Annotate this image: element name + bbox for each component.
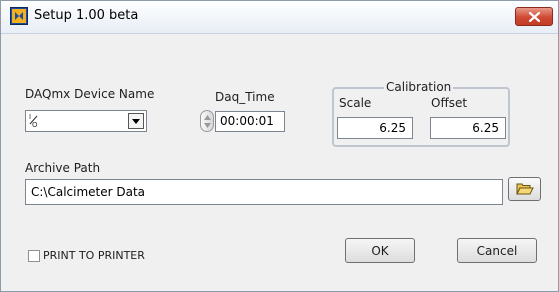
svg-text:O: O (32, 121, 38, 128)
browse-button[interactable] (508, 177, 541, 201)
ok-button[interactable]: OK (345, 238, 415, 263)
setup-dialog: Setup 1.00 beta DAQmx Device Name I O Da… (0, 0, 559, 292)
dropdown-arrow-button[interactable] (128, 113, 144, 129)
cancel-button[interactable]: Cancel (457, 238, 537, 263)
io-icon: I O (29, 112, 39, 129)
offset-field[interactable]: 6.25 (430, 117, 506, 139)
folder-open-icon (516, 183, 534, 195)
calibration-title: Calibration (384, 80, 454, 94)
archive-path-field[interactable]: C:\Calcimeter Data (25, 179, 503, 205)
close-button[interactable] (515, 7, 553, 26)
spin-down-icon[interactable] (204, 123, 211, 128)
daq-time-label: Daq_Time (215, 90, 275, 104)
scale-field[interactable]: 6.25 (337, 117, 413, 139)
spin-up-icon[interactable] (204, 115, 211, 120)
device-name-combo[interactable]: I O (25, 110, 147, 132)
print-to-printer-label[interactable]: PRINT TO PRINTER (43, 249, 145, 262)
close-icon (529, 12, 540, 22)
device-name-label: DAQmx Device Name (25, 87, 155, 101)
print-to-printer-checkbox[interactable] (28, 250, 40, 262)
svg-text:I: I (29, 113, 31, 121)
offset-label: Offset (431, 96, 468, 110)
title-bar[interactable]: Setup 1.00 beta (1, 1, 558, 34)
chevron-down-icon (132, 119, 140, 124)
labview-vi-icon (10, 7, 28, 25)
window-title: Setup 1.00 beta (34, 8, 139, 23)
scale-label: Scale (339, 96, 372, 110)
daq-time-field[interactable]: 00:00:01 (215, 111, 285, 132)
archive-path-label: Archive Path (25, 161, 101, 175)
daq-time-increment-control[interactable] (200, 110, 214, 132)
